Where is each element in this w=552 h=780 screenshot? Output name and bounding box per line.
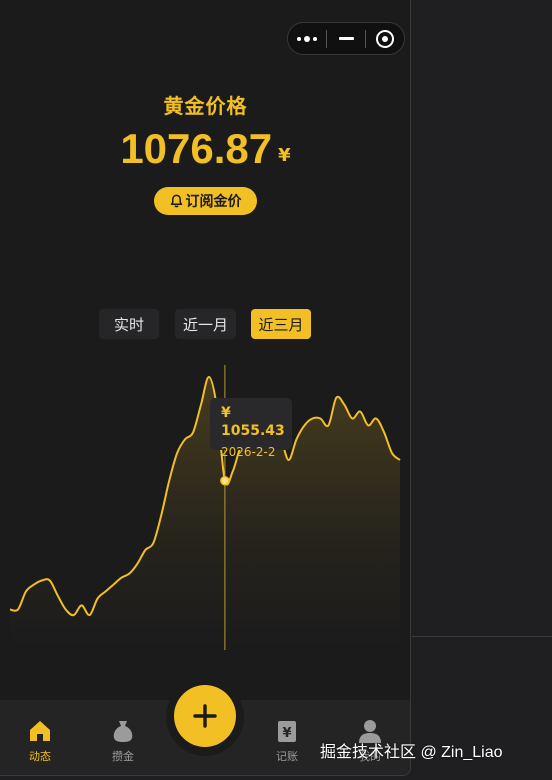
tooltip-price: ¥ 1055.43 <box>221 405 285 439</box>
money-bag-icon <box>113 721 133 742</box>
tooltip-date: 2026-2-2 <box>221 445 276 459</box>
subscribe-label: 订阅金价 <box>185 194 242 210</box>
target-circle-icon <box>376 29 394 48</box>
page-title: 黄金价格 <box>163 94 248 118</box>
phone-screen: 黄金价格 1076.87 ¥ 订阅金价 实时 近一月 近三月 ¥ 1055.43… <box>0 0 411 776</box>
price-display: 1076.87 ¥ <box>0 124 410 174</box>
tab-realtime[interactable]: 实时 <box>99 309 159 339</box>
tabbar-label: 攒金 <box>112 750 134 763</box>
mini-program-capsule <box>287 22 405 55</box>
home-icon <box>30 721 50 741</box>
tabbar-item-home[interactable]: 动态 <box>10 718 70 768</box>
price-tooltip: ¥ 1055.43 2026-2-2 <box>210 398 292 459</box>
range-tabs: 实时 近一月 近三月 <box>0 309 410 339</box>
watermark: 掘金技术社区 @ Zin_Liao <box>320 744 503 761</box>
add-button[interactable] <box>174 685 236 747</box>
minus-icon <box>338 37 354 40</box>
ledger-icon: ¥ <box>278 721 296 742</box>
tabbar-item-save-gold[interactable]: 攒金 <box>93 718 153 768</box>
tab-label: 实时 <box>113 315 144 334</box>
subscribe-button[interactable]: 订阅金价 <box>154 187 257 215</box>
price-chart[interactable] <box>0 350 411 670</box>
close-button[interactable] <box>366 23 404 54</box>
tabbar-label: 记账 <box>276 750 298 763</box>
more-button[interactable] <box>288 23 326 54</box>
tab-label: 近一月 <box>182 315 228 334</box>
tabbar-label: 动态 <box>29 750 51 763</box>
divider <box>412 636 552 637</box>
chart-area-fill <box>10 376 400 650</box>
tab-one-month[interactable]: 近一月 <box>175 309 236 339</box>
tab-label: 近三月 <box>258 315 304 334</box>
more-dots-icon <box>297 35 317 42</box>
svg-text:¥: ¥ <box>282 726 291 741</box>
minimize-button[interactable] <box>327 23 365 54</box>
bell-icon <box>170 194 182 208</box>
plus-icon <box>193 704 217 728</box>
currency-unit: ¥ <box>278 145 291 166</box>
chart-highlight-point <box>220 476 230 486</box>
tab-three-months[interactable]: 近三月 <box>251 309 311 339</box>
gold-price: 1076.87 <box>120 125 273 172</box>
tabbar-item-ledger[interactable]: ¥ 记账 <box>257 718 317 768</box>
